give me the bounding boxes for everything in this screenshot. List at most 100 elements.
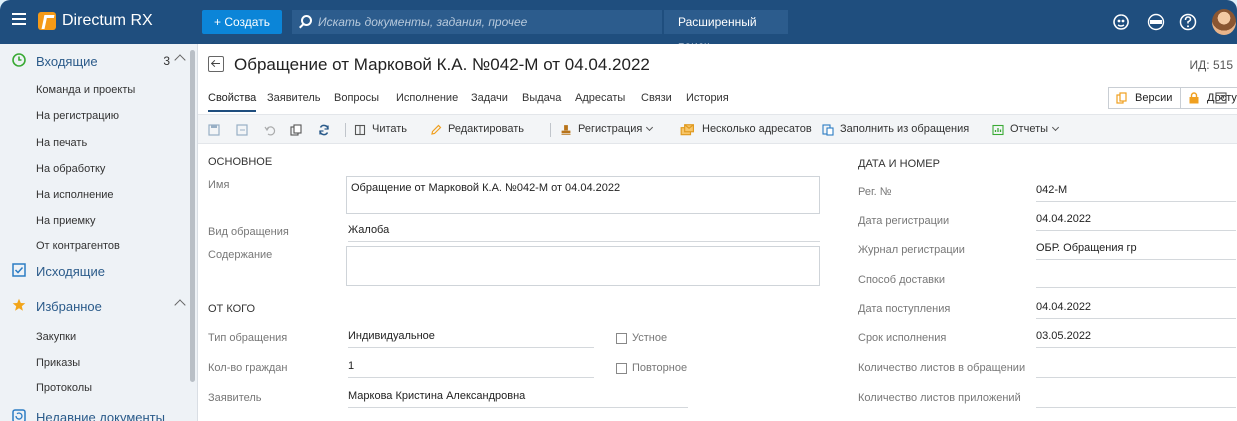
section-date-number-heading: ДАТА И НОМЕР [858, 158, 940, 170]
pencil-icon [431, 124, 442, 135]
citizens-count-field[interactable]: 1 [348, 360, 594, 378]
oral-checkbox[interactable]: Устное [616, 332, 667, 344]
versions-icon [1116, 92, 1127, 104]
search-box [292, 10, 662, 34]
multiple-addressees-label: Несколько адресатов [702, 123, 812, 135]
registration-dropdown[interactable]: Регистрация [560, 123, 654, 139]
sheets-count-field[interactable] [1036, 360, 1236, 378]
reg-number-field[interactable]: 042-М [1036, 184, 1236, 202]
back-arrow-icon[interactable] [208, 56, 224, 72]
deadline-field[interactable]: 03.05.2022 [1036, 330, 1236, 348]
sidebar-item-for-print[interactable]: На печать [36, 137, 87, 149]
toolbar-divider [550, 123, 551, 137]
sidebar-item-for-registration[interactable]: На регистрацию [36, 110, 119, 122]
sidebar-group-label: Исходящие [36, 264, 105, 279]
chevron-up-icon[interactable] [174, 299, 186, 311]
page-title: Обращение от Марковой К.А. №042-М от 04.… [234, 55, 650, 74]
menu-icon[interactable] [12, 13, 26, 25]
section-main-heading: ОСНОВНОЕ [208, 156, 273, 168]
undo-icon[interactable] [264, 123, 278, 139]
sidebar-item-team-projects[interactable]: Команда и проекты [36, 84, 135, 96]
lock-icon [1189, 92, 1199, 104]
sidebar-group-outgoing[interactable]: Исходящие [0, 258, 190, 284]
sidebar-group-label: Недавние документы [36, 410, 165, 421]
toolbar-divider [345, 123, 346, 137]
sidebar-group-label: Входящие [36, 54, 98, 69]
sidebar-group-recent[interactable]: Недавние документы [0, 404, 190, 421]
sidebar-group-favorites[interactable]: Избранное [0, 293, 190, 319]
attachment-sheets-field[interactable] [1036, 390, 1236, 408]
open-in-new-window-icon[interactable] [1215, 92, 1227, 104]
incoming-count-badge: 3 [163, 54, 170, 68]
sidebar-group-label: Избранное [36, 299, 102, 314]
tab-issuance[interactable]: Выдача [522, 92, 561, 104]
tab-execution[interactable]: Исполнение [396, 92, 458, 104]
sidebar-item-orders[interactable]: Приказы [36, 357, 80, 369]
tab-properties[interactable]: Свойства [208, 92, 257, 112]
chevron-up-icon[interactable] [174, 54, 186, 66]
access-button[interactable]: Доступ [1180, 87, 1237, 109]
sidebar-item-for-execution[interactable]: На исполнение [36, 189, 114, 201]
sidebar-group-incoming[interactable]: Входящие 3 [0, 48, 190, 74]
new-features-icon[interactable] [1147, 13, 1165, 31]
save-icon[interactable] [208, 123, 222, 139]
top-bar: Directum RX + Создать Расширенный поиск [0, 0, 1237, 53]
sidebar-item-from-counterparties[interactable]: От контрагентов [36, 240, 120, 252]
content-label: Содержание [208, 249, 273, 261]
copy-icon[interactable] [290, 123, 304, 139]
edit-button[interactable]: Редактировать [430, 123, 524, 139]
name-label: Имя [208, 179, 230, 191]
versions-button[interactable]: Версии [1108, 87, 1182, 109]
tab-addressees[interactable]: Адресаты [575, 92, 625, 104]
tab-questions[interactable]: Вопросы [334, 92, 379, 104]
read-button[interactable]: Читать [354, 123, 407, 139]
document-card: Обращение от Марковой К.А. №042-М от 04.… [198, 44, 1237, 421]
app-window: Directum RX + Создать Расширенный поиск [0, 0, 1237, 421]
reports-dropdown[interactable]: Отчеты [992, 123, 1060, 139]
sidebar-item-for-acceptance[interactable]: На приемку [36, 215, 95, 227]
read-label: Читать [372, 123, 408, 135]
attachment-sheets-label: Количество листов приложений [858, 392, 1021, 404]
sidebar-scrollbar[interactable] [190, 50, 195, 382]
sidebar-item-for-processing[interactable]: На обработку [36, 163, 105, 175]
create-button[interactable]: + Создать [202, 10, 282, 34]
delivery-method-label: Способ доставки [858, 274, 945, 286]
sidebar-item-purchases[interactable]: Закупки [36, 331, 76, 343]
directum-logo-icon [38, 12, 56, 30]
search-input[interactable] [318, 10, 658, 34]
user-avatar[interactable] [1212, 9, 1236, 35]
tab-history[interactable]: История [686, 92, 729, 104]
request-kind-label: Вид обращения [208, 226, 289, 238]
multiple-addressees-button[interactable]: Несколько адресатов [680, 123, 812, 139]
tab-tasks[interactable]: Задачи [471, 92, 508, 104]
applicant-field[interactable]: Маркова Кристина Александровна [348, 390, 688, 408]
request-type-field[interactable]: Индивидуальное [348, 330, 594, 348]
help-icon[interactable] [1179, 13, 1197, 31]
fill-from-request-button[interactable]: Заполнить из обращения [822, 123, 969, 139]
deadline-label: Срок исполнения [858, 332, 947, 344]
star-icon [12, 298, 26, 311]
request-type-label: Тип обращения [208, 332, 288, 344]
tab-links[interactable]: Связи [641, 92, 672, 104]
reg-date-field[interactable]: 04.04.2022 [1036, 213, 1236, 231]
received-date-field[interactable]: 04.04.2022 [1036, 301, 1236, 319]
name-field[interactable]: Обращение от Марковой К.А. №042-М от 04.… [346, 176, 820, 214]
repeat-checkbox[interactable]: Повторное [616, 362, 687, 374]
journal-field[interactable]: ОБР. Обращения гр [1036, 242, 1236, 260]
advanced-search-button[interactable]: Расширенный поиск [664, 10, 788, 53]
journal-label: Журнал регистрации [858, 244, 965, 256]
tab-applicant[interactable]: Заявитель [267, 92, 321, 104]
sidebar-item-protocols[interactable]: Протоколы [36, 382, 92, 394]
recent-documents-icon [12, 409, 26, 421]
outgoing-check-icon [12, 263, 26, 277]
chevron-down-icon [1051, 123, 1060, 132]
received-date-label: Дата поступления [858, 303, 951, 315]
delivery-method-field[interactable] [1036, 270, 1236, 288]
content-field[interactable] [346, 246, 820, 286]
reports-icon [992, 124, 1004, 136]
request-kind-field[interactable]: Жалоба [348, 224, 820, 242]
save-and-close-icon[interactable] [236, 123, 250, 139]
assistant-icon[interactable] [1112, 13, 1130, 31]
clock-icon [12, 53, 26, 67]
refresh-icon[interactable] [318, 123, 332, 139]
